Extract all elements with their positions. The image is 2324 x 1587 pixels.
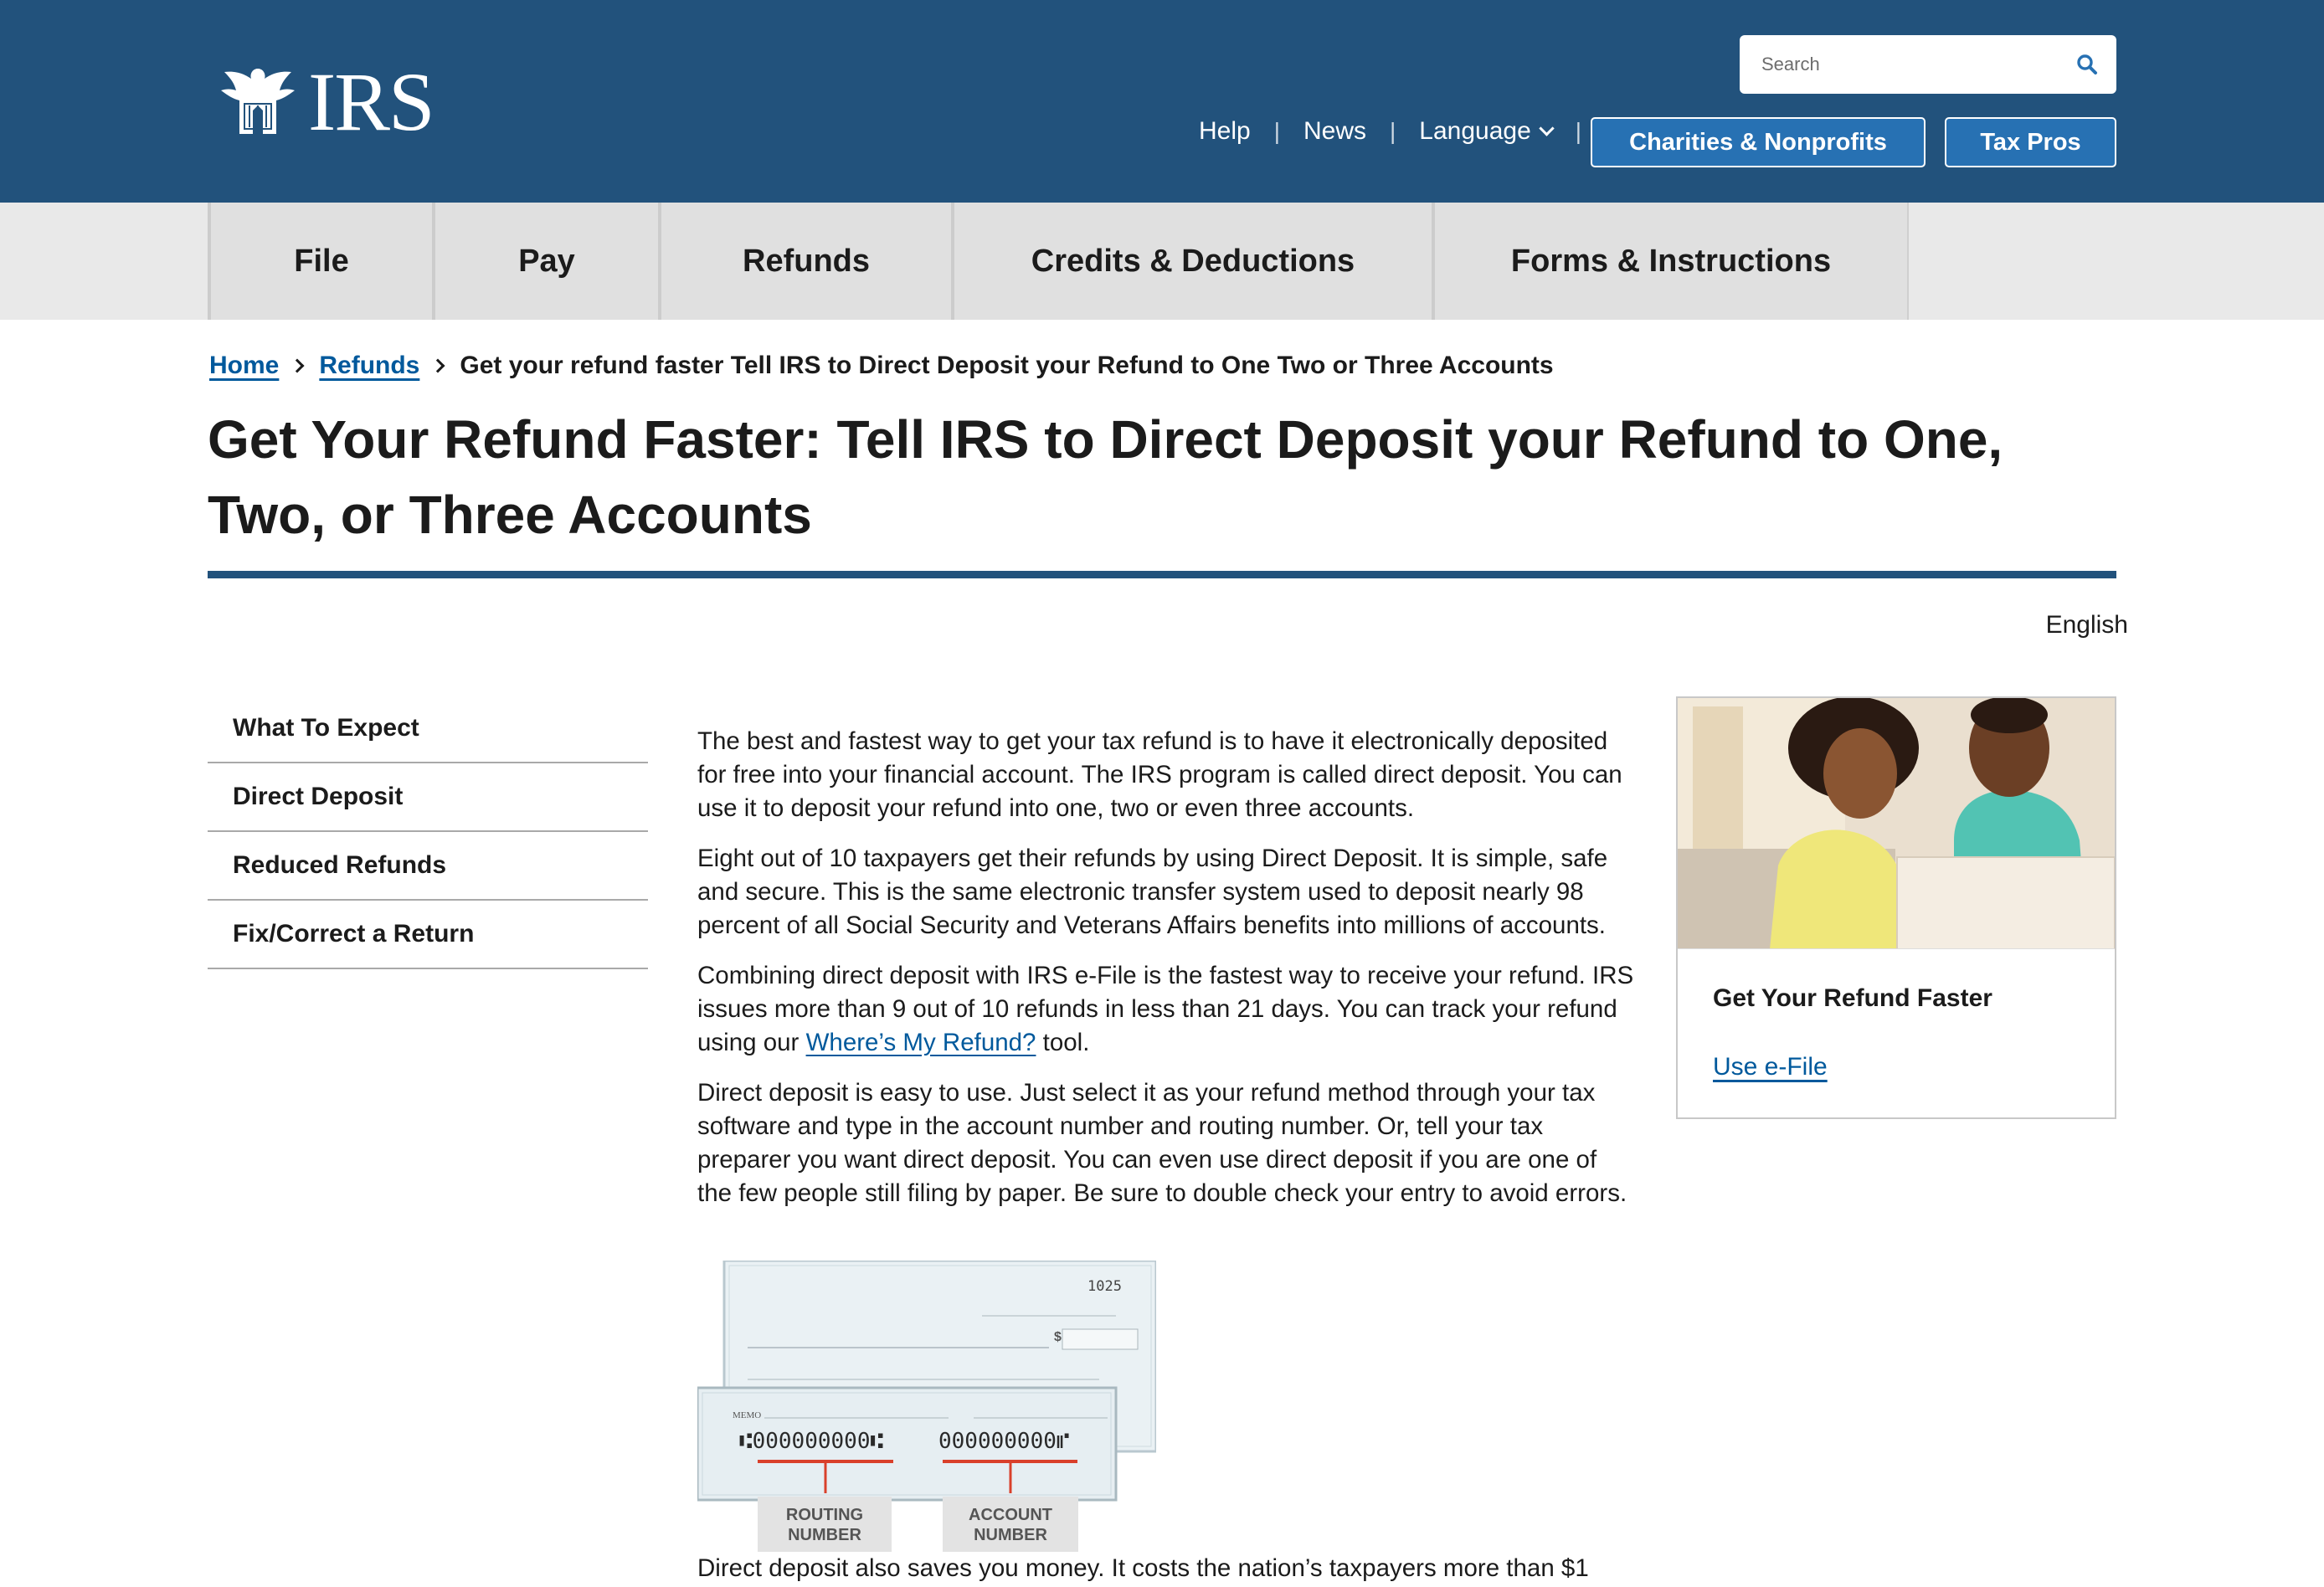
breadcrumb: Home Refunds Get your refund faster Tell… xyxy=(209,352,1554,380)
routing-label-line2: NUMBER xyxy=(788,1526,861,1544)
use-efile-link[interactable]: Use e-File xyxy=(1713,1053,1828,1081)
link-divider: | xyxy=(1390,118,1396,144)
search-input[interactable] xyxy=(1761,54,2063,75)
charities-nonprofits-button[interactable]: Charities & Nonprofits xyxy=(1591,117,1926,167)
account-label-line2: NUMBER xyxy=(974,1526,1047,1544)
sidenav-item-what-to-expect[interactable]: What To Expect xyxy=(208,695,648,763)
title-rule xyxy=(208,571,2116,578)
nav-tab-file[interactable]: File xyxy=(208,203,432,320)
help-link[interactable]: Help xyxy=(1199,117,1251,146)
chevron-right-icon xyxy=(290,358,305,373)
logo-wordmark: IRS xyxy=(308,55,435,148)
nav-tab-refunds[interactable]: Refunds xyxy=(658,203,951,320)
paragraph: Combining direct deposit with IRS e-File… xyxy=(697,959,1635,1060)
breadcrumb-current: Get your refund faster Tell IRS to Direc… xyxy=(460,352,1554,379)
language-switch-english[interactable]: English xyxy=(2046,611,2128,639)
chevron-down-icon xyxy=(1539,121,1555,136)
breadcrumb-home[interactable]: Home xyxy=(209,352,279,380)
link-divider: | xyxy=(1575,118,1582,144)
paragraph: Direct deposit also saves you money. It … xyxy=(697,1554,1589,1582)
paragraph: The best and fastest way to get your tax… xyxy=(697,727,1622,822)
irs-logo[interactable]: IRS xyxy=(216,55,435,148)
promo-card: Get Your Refund Faster Use e-File xyxy=(1676,696,2116,1119)
breadcrumb-refunds[interactable]: Refunds xyxy=(319,352,419,380)
sidenav-item-direct-deposit[interactable]: Direct Deposit xyxy=(208,763,648,832)
utility-links: Help | News | Language | xyxy=(1199,117,1605,146)
search-box[interactable] xyxy=(1740,35,2116,94)
paragraph: Eight out of 10 taxpayers get their refu… xyxy=(697,845,1608,939)
couple-at-laptop-image xyxy=(1678,698,2115,948)
nav-tab-credits-deductions[interactable]: Credits & Deductions xyxy=(951,203,1432,320)
link-divider: | xyxy=(1273,118,1280,144)
nav-tab-forms-instructions[interactable]: Forms & Instructions xyxy=(1432,203,1907,320)
language-dropdown[interactable]: Language xyxy=(1419,117,1555,146)
eagle-icon xyxy=(221,69,295,134)
chevron-right-icon xyxy=(430,358,445,373)
dollar-sign: $ xyxy=(1054,1330,1062,1344)
paragraph-text: tool. xyxy=(1036,1029,1090,1056)
side-navigation: What To Expect Direct Deposit Reduced Re… xyxy=(208,695,648,969)
account-label-line1: ACCOUNT xyxy=(969,1506,1052,1524)
main-content: The best and fastest way to get your tax… xyxy=(697,725,1635,1227)
sidenav-item-fix-correct-return[interactable]: Fix/Correct a Return xyxy=(208,901,648,969)
news-link[interactable]: News xyxy=(1303,117,1366,146)
routing-digits: ⑆000000000⑆ xyxy=(739,1429,883,1454)
search-icon[interactable] xyxy=(2076,54,2098,75)
wheres-my-refund-link[interactable]: Where’s My Refund? xyxy=(806,1029,1036,1056)
tax-pros-button[interactable]: Tax Pros xyxy=(1945,117,2116,167)
promo-photo xyxy=(1678,698,2115,949)
sidenav-item-reduced-refunds[interactable]: Reduced Refunds xyxy=(208,832,648,901)
nav-tab-pay[interactable]: Pay xyxy=(432,203,658,320)
promo-card-title: Get Your Refund Faster xyxy=(1713,984,1992,1012)
memo-label: MEMO xyxy=(733,1410,761,1420)
nav-divider xyxy=(1907,203,1909,320)
routing-label-line1: ROUTING xyxy=(786,1506,863,1524)
paragraph: Direct deposit is easy to use. Just sele… xyxy=(697,1079,1627,1207)
account-digits: 000000000⑈ xyxy=(938,1429,1069,1454)
check-diagram-image: 1025 $ MEMO ⑆000000000⑆ 000000000⑈ ROUTI… xyxy=(697,1261,1156,1552)
page-title: Get Your Refund Faster: Tell IRS to Dire… xyxy=(208,409,2003,545)
language-label: Language xyxy=(1419,117,1531,145)
check-number: 1025 xyxy=(1087,1278,1122,1295)
